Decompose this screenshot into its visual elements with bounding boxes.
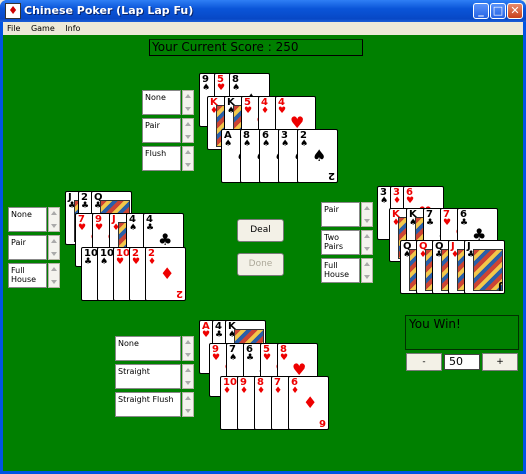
score-display: Your Current Score : 250 <box>149 39 363 56</box>
bet-increase-button[interactable]: + <box>482 353 518 371</box>
card-suit-icon: ♦ <box>257 386 266 396</box>
east-hand-label-1: Pair <box>321 202 360 227</box>
south-hand-label-1: None <box>115 336 181 361</box>
result-display: You Win! <box>405 315 519 350</box>
card-suit-icon: ♣ <box>215 330 224 340</box>
west-scroll-3[interactable] <box>48 263 60 288</box>
card-suit-icon: ♠ <box>232 83 241 93</box>
card-suit-icon: ♠ <box>202 83 211 93</box>
north-hand-label-2: Pair <box>142 118 181 143</box>
card-suit-icon: ♦ <box>223 386 232 396</box>
card-suit-icon: ♥ <box>202 330 211 340</box>
card-rank-bottom: 2 <box>328 170 335 181</box>
card-suit-icon: ♣ <box>246 353 255 363</box>
east-scroll-1[interactable] <box>361 202 373 227</box>
card-suit-icon: ♦ <box>261 106 270 116</box>
north-scroll-1[interactable] <box>182 90 194 115</box>
deal-button[interactable]: Deal <box>237 219 284 242</box>
card-pip-icon: ♠ <box>312 146 327 165</box>
card-suit-icon: ♦ <box>148 257 157 267</box>
app-window: ♦ Chinese Poker (Lap Lap Fu) _ □ ✕ File … <box>0 0 526 474</box>
west-hand-label-2: Pair <box>8 235 47 260</box>
card-pip-icon: ♦ <box>160 264 175 283</box>
card-suit-icon: ♠ <box>100 257 109 267</box>
card-suit-icon: ♣ <box>81 201 90 211</box>
done-button[interactable]: Done <box>237 253 284 276</box>
card-suit-icon: ♠ <box>380 196 389 206</box>
card-suit-icon: ♥ <box>132 257 141 267</box>
bet-amount-input[interactable]: 50 <box>444 354 480 370</box>
south-scroll-2[interactable] <box>182 364 194 389</box>
cards-icon: ♦ <box>5 3 21 19</box>
card-suit-icon: ♠ <box>129 223 138 233</box>
card-suit-icon: ♣ <box>146 223 155 233</box>
east-scroll-2[interactable] <box>361 230 373 255</box>
card-suit-icon: ♦ <box>240 386 249 396</box>
card-suit-icon: ♥ <box>217 83 226 93</box>
game-table: Your Current Score : 250 None Pair Flush… <box>3 35 523 471</box>
close-button[interactable]: ✕ <box>507 3 523 19</box>
west-scroll-1[interactable] <box>48 207 60 232</box>
menu-game[interactable]: Game <box>27 22 59 35</box>
card-suit-icon: ♣ <box>460 218 469 228</box>
card-suit-icon: ♥ <box>212 353 221 363</box>
north-hand-label-1: None <box>142 90 181 115</box>
card-suit-icon: ♠ <box>281 139 290 149</box>
menu-file[interactable]: File <box>3 22 24 35</box>
card-pip-icon: ♦ <box>303 393 318 412</box>
east-hand-label-2: Two Pairs <box>321 230 360 255</box>
bet-decrease-button[interactable]: - <box>406 353 442 371</box>
north-scroll-3[interactable] <box>182 146 194 171</box>
maximize-button[interactable]: □ <box>490 3 506 19</box>
card-suit-icon: ♠ <box>224 139 233 149</box>
east-hand-label-3: Full House <box>321 258 360 283</box>
card-suit-icon: ♠ <box>229 353 238 363</box>
south-hand-label-2: Straight <box>115 364 181 389</box>
west-hand-label-3: Full House <box>8 263 47 288</box>
north-scroll-2[interactable] <box>182 118 194 143</box>
card-suit-icon: ♠ <box>262 139 271 149</box>
title-bar[interactable]: ♦ Chinese Poker (Lap Lap Fu) _ □ ✕ <box>0 0 526 22</box>
card-suit-icon: ♣ <box>426 218 435 228</box>
card-suit-icon: ♥ <box>406 196 415 206</box>
card-suit-icon: ♥ <box>263 353 272 363</box>
east-scroll-3[interactable] <box>361 258 373 283</box>
west-scroll-2[interactable] <box>48 235 60 260</box>
card-suit-icon: ♥ <box>280 353 289 363</box>
window-title: Chinese Poker (Lap Lap Fu) <box>24 4 194 17</box>
card-suit-icon: ♥ <box>443 218 452 228</box>
menu-info[interactable]: Info <box>61 22 84 35</box>
card-suit-icon: ♦ <box>274 386 283 396</box>
card-rank-bottom: J <box>498 281 502 292</box>
minimize-button[interactable]: _ <box>473 3 489 19</box>
card-suit-icon: ♣ <box>84 257 93 267</box>
south-scroll-3[interactable] <box>182 392 194 417</box>
card-suit-icon: ♥ <box>116 257 125 267</box>
card-suit-icon: ♦ <box>393 196 402 206</box>
east-card[interactable]: J ♣ J <box>464 240 505 294</box>
card-rank-bottom: 6 <box>319 417 326 428</box>
south-scroll-1[interactable] <box>182 336 194 361</box>
menu-bar: File Game Info <box>3 22 523 35</box>
south-hand-label-3: Straight Flush <box>115 392 181 417</box>
card-suit-icon: ♠ <box>300 139 309 149</box>
west-hand-label-1: None <box>8 207 47 232</box>
north-card[interactable]: 2 ♠ ♠ 2 <box>297 129 338 183</box>
card-suit-icon: ♠ <box>243 139 252 149</box>
card-suit-icon: ♥ <box>244 106 253 116</box>
west-card[interactable]: 2 ♦ ♦ 2 <box>145 247 186 301</box>
card-suit-icon: ♥ <box>278 106 287 116</box>
south-card[interactable]: 6 ♦ ♦ 6 <box>288 376 329 430</box>
north-hand-label-3: Flush <box>142 146 181 171</box>
card-rank-bottom: 2 <box>176 288 183 299</box>
card-suit-icon: ♦ <box>291 386 300 396</box>
card-suit-icon: ♥ <box>78 223 87 233</box>
card-suit-icon: ♥ <box>95 223 104 233</box>
